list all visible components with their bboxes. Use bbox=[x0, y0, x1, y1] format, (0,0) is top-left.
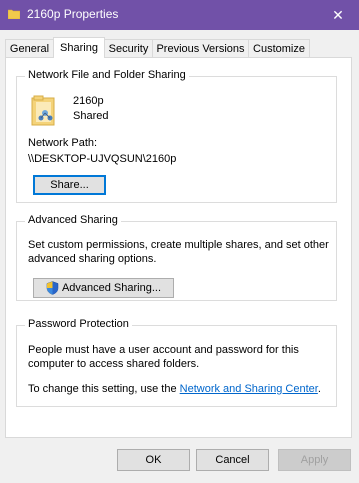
ok-button-label: OK bbox=[145, 454, 162, 466]
change-setting-text: To change this setting, use the Network … bbox=[28, 382, 321, 396]
network-sharing-center-link[interactable]: Network and Sharing Center bbox=[180, 383, 318, 395]
close-icon: ✕ bbox=[332, 6, 344, 23]
uac-shield-icon bbox=[46, 281, 59, 295]
password-protection-group: Password Protection People must have a u… bbox=[16, 318, 337, 407]
network-sharing-group: Network File and Folder Sharing 2160p Sh… bbox=[16, 69, 337, 203]
group-title: Advanced Sharing bbox=[25, 214, 121, 226]
share-status: Shared bbox=[73, 110, 109, 122]
tab-label: Security bbox=[108, 42, 149, 55]
advanced-sharing-button[interactable]: Advanced Sharing... bbox=[33, 278, 174, 298]
tab-general[interactable]: General bbox=[5, 39, 54, 57]
password-protection-description: People must have a user account and pass… bbox=[28, 344, 299, 370]
tab-previous-versions[interactable]: Previous Versions bbox=[152, 39, 249, 57]
folder-icon bbox=[8, 9, 20, 19]
change-setting-suffix: . bbox=[317, 383, 321, 395]
tab-label: Customize bbox=[253, 42, 305, 55]
advanced-sharing-group: Advanced Sharing Set custom permissions,… bbox=[16, 214, 337, 301]
title-bar: 2160p Properties ✕ bbox=[0, 0, 359, 30]
share-button[interactable]: Share... bbox=[33, 175, 106, 195]
tab-security[interactable]: Security bbox=[104, 39, 153, 57]
cancel-button-label: Cancel bbox=[215, 454, 250, 466]
tab-sharing[interactable]: Sharing bbox=[53, 37, 105, 58]
tab-label: Previous Versions bbox=[156, 42, 245, 55]
apply-button[interactable]: Apply bbox=[278, 449, 351, 471]
network-path-value: \\DESKTOP-UJVQSUN\2160p bbox=[28, 153, 177, 165]
tab-label: General bbox=[9, 42, 50, 55]
cancel-button[interactable]: Cancel bbox=[196, 449, 269, 471]
group-title: Network File and Folder Sharing bbox=[25, 69, 189, 81]
shared-folder-icon bbox=[31, 95, 55, 126]
network-path-label: Network Path: bbox=[28, 137, 98, 149]
advanced-sharing-button-label: Advanced Sharing... bbox=[61, 282, 162, 294]
window-title: 2160p Properties bbox=[27, 7, 119, 21]
ok-button[interactable]: OK bbox=[117, 449, 190, 471]
close-button[interactable]: ✕ bbox=[317, 0, 359, 30]
sharing-tab-panel: Network File and Folder Sharing 2160p Sh… bbox=[5, 57, 352, 438]
apply-button-label: Apply bbox=[300, 454, 329, 466]
folder-name: 2160p bbox=[73, 95, 104, 107]
change-setting-prefix: To change this setting, use the bbox=[28, 383, 180, 395]
tab-customize[interactable]: Customize bbox=[248, 39, 310, 57]
group-title: Password Protection bbox=[25, 318, 132, 330]
advanced-sharing-description: Set custom permissions, create multiple … bbox=[28, 239, 329, 265]
share-button-label: Share... bbox=[50, 179, 89, 191]
tab-label: Sharing bbox=[60, 42, 98, 54]
